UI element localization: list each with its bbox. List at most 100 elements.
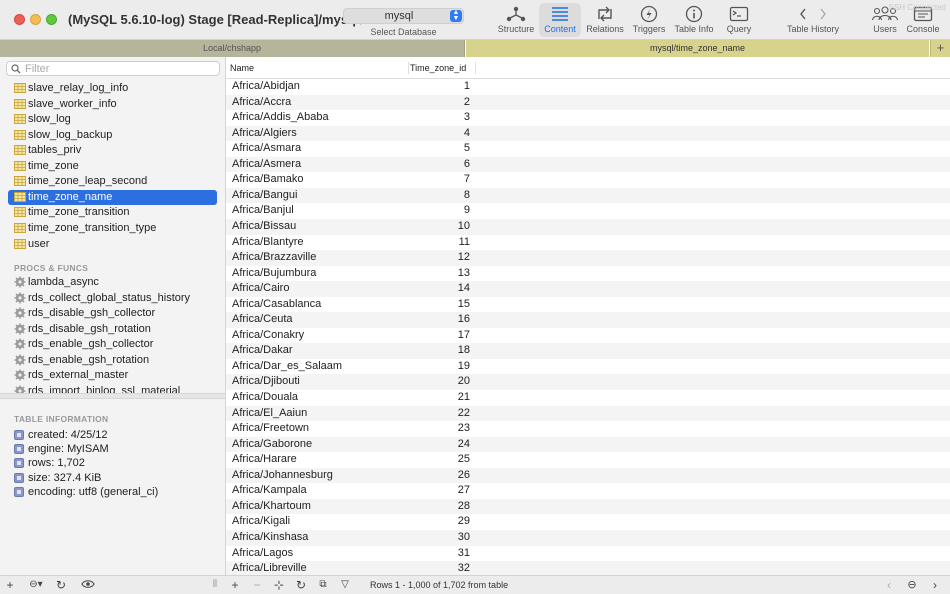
- add-tab-button[interactable]: +: [930, 40, 950, 57]
- cell-time-zone-id[interactable]: 27: [410, 483, 470, 499]
- cell-time-zone-id[interactable]: 5: [410, 141, 470, 157]
- tab-mysql-time-zone-name[interactable]: mysql/time_zone_name: [466, 40, 929, 57]
- splitter-handle-icon[interactable]: ⦀: [208, 578, 222, 592]
- table-row[interactable]: Africa/Djibouti 20: [226, 374, 950, 391]
- cell-time-zone-id[interactable]: 17: [410, 328, 470, 344]
- refresh-icon[interactable]: ↻: [54, 578, 68, 592]
- content-button[interactable]: Content: [539, 3, 581, 37]
- cell-name[interactable]: Africa/Asmara: [232, 141, 301, 157]
- sidebar-table-tables-priv[interactable]: tables_priv: [8, 143, 217, 158]
- relations-button[interactable]: Relations: [583, 3, 627, 37]
- cell-name[interactable]: Africa/Johannesburg: [232, 468, 333, 484]
- table-row[interactable]: Africa/Dakar 18: [226, 343, 950, 359]
- cell-name[interactable]: Africa/Bujumbura: [232, 266, 316, 282]
- cell-time-zone-id[interactable]: 4: [410, 126, 470, 142]
- cell-time-zone-id[interactable]: 11: [410, 235, 470, 251]
- cell-name[interactable]: Africa/Kinshasa: [232, 530, 308, 546]
- cell-time-zone-id[interactable]: 32: [410, 561, 470, 575]
- cell-name[interactable]: Africa/Blantyre: [232, 235, 304, 251]
- sidebar-proc-rds-external-master[interactable]: rds_external_master: [8, 368, 217, 383]
- filter-input[interactable]: [25, 62, 215, 75]
- cell-time-zone-id[interactable]: 15: [410, 297, 470, 313]
- cell-name[interactable]: Africa/Banjul: [232, 203, 294, 219]
- table-row[interactable]: Africa/Asmera 6: [226, 156, 950, 173]
- cell-name[interactable]: Africa/Cairo: [232, 281, 289, 297]
- cell-name[interactable]: Africa/Kampala: [232, 483, 307, 499]
- table-row[interactable]: Africa/Johannesburg 26: [226, 467, 950, 484]
- cell-name[interactable]: Africa/Kigali: [232, 514, 290, 530]
- table-row[interactable]: Africa/Cairo 14: [226, 281, 950, 297]
- cell-name[interactable]: Africa/Abidjan: [232, 79, 300, 95]
- structure-button[interactable]: Structure: [494, 3, 538, 37]
- cell-name[interactable]: Africa/Addis_Ababa: [232, 110, 329, 126]
- close-window-button[interactable]: [14, 14, 25, 25]
- cell-name[interactable]: Africa/Bamako: [232, 172, 304, 188]
- cell-time-zone-id[interactable]: 6: [410, 157, 470, 173]
- table-row[interactable]: Africa/Algiers 4: [226, 125, 950, 142]
- cell-name[interactable]: Africa/Accra: [232, 95, 291, 111]
- table-row[interactable]: Africa/Accra 2: [226, 94, 950, 111]
- cell-time-zone-id[interactable]: 29: [410, 514, 470, 530]
- delete-row-button[interactable]: −: [250, 578, 264, 592]
- query-button[interactable]: Query: [718, 3, 760, 37]
- minimize-window-button[interactable]: [30, 14, 41, 25]
- table-row[interactable]: Africa/El_Aaiun 22: [226, 405, 950, 422]
- cell-time-zone-id[interactable]: 25: [410, 452, 470, 468]
- table-info-button[interactable]: Table Info: [672, 3, 716, 37]
- sidebar-proc-rds-enable-gsh-collector[interactable]: rds_enable_gsh_collector: [8, 337, 217, 352]
- table-row[interactable]: Africa/Kinshasa 30: [226, 529, 950, 546]
- table-row[interactable]: Africa/Banjul 9: [226, 203, 950, 219]
- cell-time-zone-id[interactable]: 26: [410, 468, 470, 484]
- duplicate-row-icon[interactable]: ⊹: [272, 578, 286, 592]
- cell-time-zone-id[interactable]: 14: [410, 281, 470, 297]
- cell-name[interactable]: Africa/Casablanca: [232, 297, 321, 313]
- sidebar-table-time-zone-transition[interactable]: time_zone_transition: [8, 205, 217, 220]
- copy-rows-icon[interactable]: ⧉: [316, 578, 330, 592]
- sidebar-table-time-zone-name[interactable]: time_zone_name: [8, 189, 217, 205]
- cell-name[interactable]: Africa/Gaborone: [232, 437, 312, 453]
- sidebar-proc-rds-import-binlog-ssl-material[interactable]: rds_import_binlog_ssl_material: [8, 384, 217, 393]
- table-row[interactable]: Africa/Brazzaville 12: [226, 250, 950, 266]
- cell-time-zone-id[interactable]: 30: [410, 530, 470, 546]
- triggers-button[interactable]: Triggers: [628, 3, 670, 37]
- column-separator[interactable]: [408, 62, 409, 74]
- cell-time-zone-id[interactable]: 24: [410, 437, 470, 453]
- cell-time-zone-id[interactable]: 8: [410, 188, 470, 204]
- sidebar-proc-lambda-async[interactable]: lambda_async: [8, 275, 217, 290]
- table-row[interactable]: Africa/Bamako 7: [226, 172, 950, 188]
- page-options-icon[interactable]: ⊖: [905, 578, 919, 592]
- table-row[interactable]: Africa/Dar_es_Salaam 19: [226, 359, 950, 375]
- table-row[interactable]: Africa/Ceuta 16: [226, 312, 950, 328]
- cell-name[interactable]: Africa/Harare: [232, 452, 297, 468]
- cell-time-zone-id[interactable]: 9: [410, 203, 470, 219]
- cell-name[interactable]: Africa/Ceuta: [232, 312, 293, 328]
- cell-time-zone-id[interactable]: 23: [410, 421, 470, 437]
- cell-time-zone-id[interactable]: 28: [410, 499, 470, 515]
- cell-time-zone-id[interactable]: 21: [410, 390, 470, 406]
- table-row[interactable]: Africa/Kampala 27: [226, 483, 950, 499]
- table-row[interactable]: Africa/Bangui 8: [226, 187, 950, 204]
- cell-time-zone-id[interactable]: 12: [410, 250, 470, 266]
- add-item-button[interactable]: +: [3, 578, 17, 592]
- sidebar-table-slow-log-backup[interactable]: slow_log_backup: [8, 128, 217, 143]
- eye-icon[interactable]: [80, 578, 96, 592]
- cell-name[interactable]: Africa/Libreville: [232, 561, 307, 575]
- sidebar-table-time-zone-leap-second[interactable]: time_zone_leap_second: [8, 174, 217, 189]
- table-row[interactable]: Africa/Casablanca 15: [226, 297, 950, 313]
- cell-time-zone-id[interactable]: 20: [410, 374, 470, 390]
- cell-name[interactable]: Africa/Asmera: [232, 157, 301, 173]
- cell-time-zone-id[interactable]: 22: [410, 406, 470, 422]
- filter-field[interactable]: [6, 61, 220, 76]
- next-page-icon[interactable]: ›: [928, 578, 942, 592]
- cell-name[interactable]: Africa/Brazzaville: [232, 250, 316, 266]
- cell-name[interactable]: Africa/Freetown: [232, 421, 309, 437]
- cell-name[interactable]: Africa/Khartoum: [232, 499, 311, 515]
- cell-name[interactable]: Africa/Bangui: [232, 188, 297, 204]
- table-row[interactable]: Africa/Conakry 17: [226, 328, 950, 344]
- cell-time-zone-id[interactable]: 13: [410, 266, 470, 282]
- sidebar-proc-rds-enable-gsh-rotation[interactable]: rds_enable_gsh_rotation: [8, 353, 217, 368]
- column-header-name[interactable]: Name: [230, 57, 408, 79]
- sidebar-table-user[interactable]: user: [8, 237, 217, 252]
- cell-name[interactable]: Africa/Algiers: [232, 126, 297, 142]
- table-row[interactable]: Africa/Khartoum 28: [226, 498, 950, 515]
